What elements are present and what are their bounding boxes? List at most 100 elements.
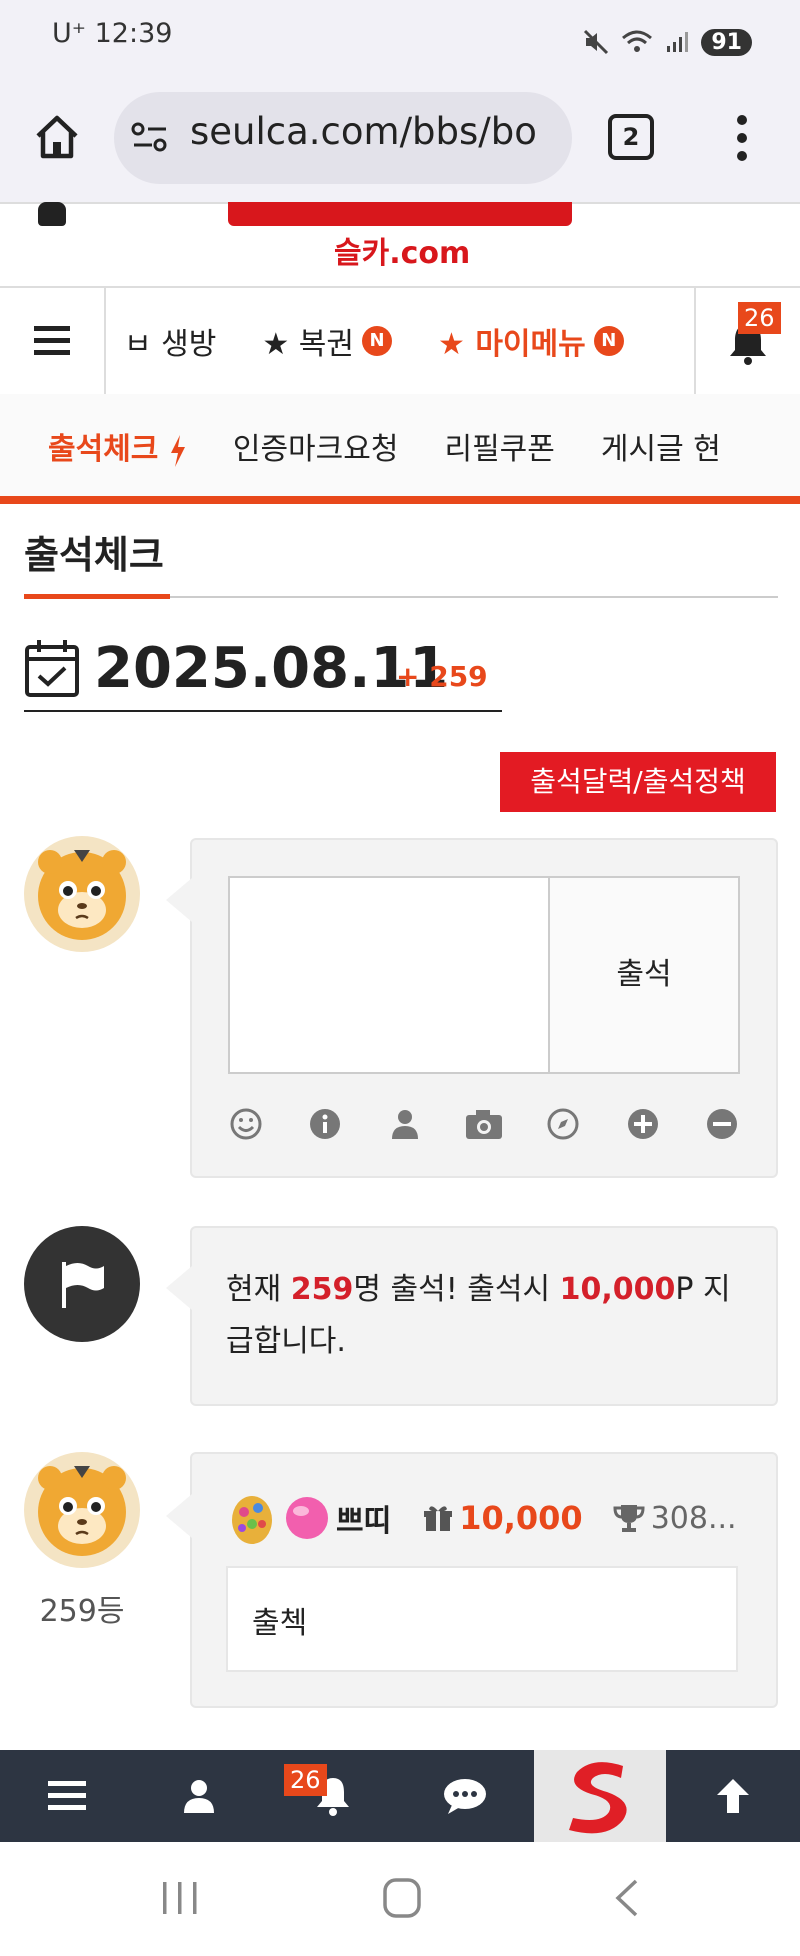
nav-item-live[interactable]: ㅂ 생방 (128, 319, 216, 363)
comment-header: 쁘띠 10,000 308... (226, 1488, 737, 1548)
flag-icon (62, 1262, 104, 1308)
avatar (24, 836, 140, 952)
chat-icon (444, 1779, 486, 1814)
more-vert-icon (737, 115, 747, 161)
logo-s-icon (569, 1762, 627, 1834)
compass-icon (547, 1108, 579, 1140)
flag-avatar (24, 1226, 140, 1342)
comment-toolbar (226, 1104, 742, 1148)
clock: 12:39 (94, 18, 173, 49)
user-icon[interactable] (38, 202, 66, 226)
back-icon (615, 1879, 638, 1917)
info-count: 259 (290, 1272, 354, 1307)
info-points: 10,000 (559, 1272, 676, 1307)
minus-circle-icon (706, 1109, 737, 1139)
site-logo-text[interactable]: 슬카.com (334, 228, 470, 272)
emoticon-button[interactable] (226, 1104, 266, 1144)
comment-text: 출첵 (252, 1606, 308, 1641)
gem-icon (286, 1497, 328, 1539)
bubble-arrow (166, 878, 192, 922)
home-icon (36, 115, 78, 159)
bottom-menu-button[interactable] (2, 1750, 132, 1842)
smile-icon (230, 1108, 262, 1140)
nav-items: ㅂ 생방 ★ 복권 N ★ 마이메뉴 N (128, 288, 690, 394)
main-nav: ㅂ 생방 ★ 복권 N ★ 마이메뉴 N 26 (0, 286, 800, 396)
attendance-count: + 259 (396, 660, 488, 693)
tab-refill-coupon[interactable]: 리필쿠폰 (444, 424, 554, 468)
back-button[interactable] (612, 1878, 642, 1918)
attendance-submit-button[interactable]: 출석 (548, 876, 740, 1074)
plus-circle-icon (627, 1109, 658, 1139)
home-circle-icon (383, 1878, 421, 1918)
site-settings-icon[interactable] (130, 120, 170, 156)
tab-post-status[interactable]: 게시글 현 (601, 424, 721, 468)
hamburger-icon (48, 1781, 86, 1810)
remove-button[interactable] (702, 1104, 742, 1144)
subnav-divider (0, 496, 800, 504)
recents-button[interactable] (160, 1880, 200, 1916)
tiger-avatar-icon (38, 850, 126, 940)
mute-icon (584, 29, 609, 55)
attendance-textarea[interactable] (228, 876, 552, 1074)
bubble-arrow (166, 1494, 192, 1538)
site-logo-banner[interactable] (228, 202, 572, 226)
page-title: 출석체크 (24, 533, 164, 577)
nav-item-lottery[interactable]: ★ 복권 N (262, 319, 392, 363)
status-time: U⁺ 12:39 (52, 18, 172, 49)
bottom-chat-button[interactable] (400, 1750, 530, 1842)
bottom-profile-button[interactable] (134, 1750, 264, 1842)
arrow-up-icon (717, 1779, 749, 1813)
wifi-icon (622, 30, 653, 52)
tab-cert-request[interactable]: 인증마크요청 (233, 424, 399, 468)
info-button[interactable] (305, 1104, 345, 1144)
attendance-info-text: 현재 259명 출석! 출석시 10,000P 지급합니다. (226, 1272, 731, 1359)
status-icons: 91 (583, 20, 752, 64)
bubble-arrow (166, 1266, 192, 1310)
notification-button[interactable]: 26 (694, 288, 800, 394)
home-button[interactable] (30, 110, 84, 164)
comment-points: 10,000 (459, 1499, 583, 1537)
status-bar: U⁺ 12:39 91 (0, 0, 800, 84)
bottom-nav: 26 (0, 1750, 800, 1842)
sub-nav: 출석체크 인증마크요청 리필쿠폰 게시글 현 (0, 394, 800, 498)
camera-icon (465, 1110, 502, 1139)
add-button[interactable] (623, 1104, 663, 1144)
menu-button[interactable] (0, 288, 106, 394)
bottom-notification-count: 26 (284, 1764, 327, 1796)
avatar[interactable] (24, 1452, 140, 1568)
gift-icon (424, 1506, 453, 1531)
info-icon (310, 1109, 341, 1139)
site-header: 슬카.com (0, 202, 800, 286)
hamburger-icon (34, 326, 70, 355)
title-accent (24, 594, 170, 599)
carrier: U⁺ (52, 18, 87, 49)
nav-item-mymenu[interactable]: ★ 마이메뉴 N (438, 319, 624, 363)
android-nav (0, 1842, 800, 1956)
new-badge: N (593, 326, 624, 356)
attendance-rank: 259등 (39, 1594, 125, 1629)
attendance-calendar-button[interactable]: 출석달력/출석정책 (500, 752, 776, 812)
calendar-check-icon (25, 640, 79, 697)
compass-button[interactable] (543, 1104, 583, 1144)
comment-nickname[interactable]: 쁘띠 (336, 1496, 391, 1540)
date-underline (24, 710, 502, 712)
trophy-icon (613, 1505, 645, 1532)
camera-button[interactable] (464, 1104, 504, 1144)
browser-toolbar: seulca.com/bbs/bo 2 (0, 84, 800, 204)
scroll-top-button[interactable] (668, 1750, 798, 1842)
bottom-logo-button[interactable] (534, 1750, 666, 1842)
recents-icon (163, 1882, 197, 1914)
bolt-icon (170, 434, 185, 467)
user-button[interactable] (385, 1104, 425, 1144)
tiger-avatar-icon (38, 1466, 126, 1556)
new-badge: N (361, 326, 392, 356)
user-icon (184, 1780, 214, 1813)
battery-icon: 91 (701, 28, 752, 56)
tab-attendance[interactable]: 출석체크 (48, 424, 187, 468)
home-nav-button[interactable] (382, 1876, 422, 1920)
more-menu-button[interactable] (730, 106, 754, 170)
tab-switcher-button[interactable]: 2 (608, 114, 654, 160)
user-icon (391, 1110, 418, 1139)
url-text[interactable]: seulca.com/bbs/bo (190, 110, 560, 153)
signal-icon (667, 32, 689, 52)
